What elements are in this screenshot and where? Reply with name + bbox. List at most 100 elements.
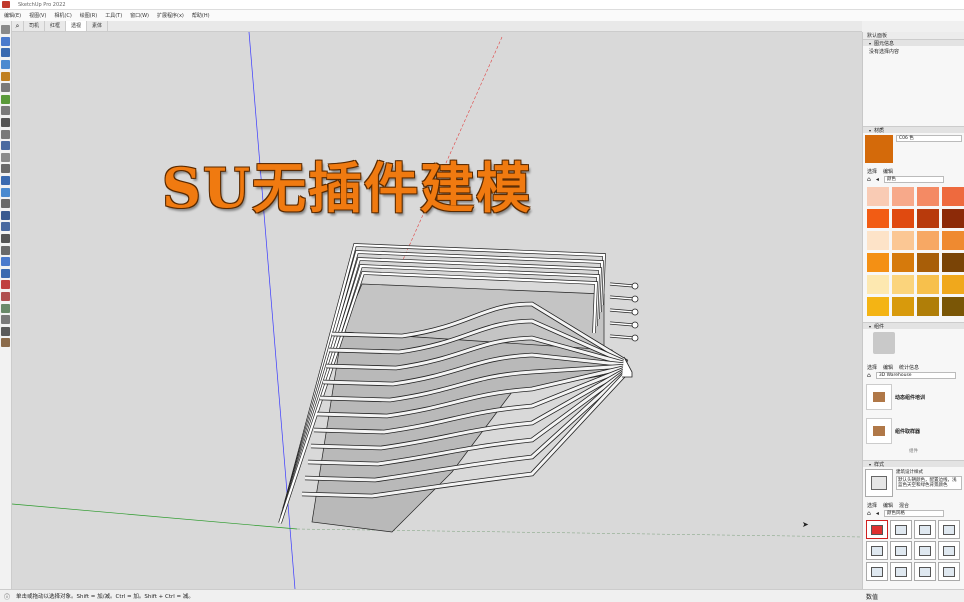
back-icon[interactable]: ◂ <box>876 176 879 183</box>
style-thumbnail[interactable] <box>914 562 936 581</box>
material-swatch[interactable] <box>942 275 964 294</box>
style-library-select[interactable]: 颜色风格 <box>883 510 944 517</box>
tool-icon[interactable] <box>1 25 10 35</box>
material-swatch[interactable] <box>917 231 939 250</box>
style-thumbnail[interactable] <box>914 541 936 560</box>
component-tab-select[interactable]: 选择 <box>867 364 877 371</box>
menu-draw[interactable]: 绘图(R) <box>80 12 97 19</box>
menu-window[interactable]: 窗口(W) <box>130 12 149 19</box>
material-library-select[interactable]: 颜色 <box>883 176 944 183</box>
style-thumbnail[interactable] <box>938 562 960 581</box>
panel-materials[interactable]: ▾ 材质 <box>863 126 964 134</box>
info-icon[interactable]: ⓘ <box>4 592 10 601</box>
home-icon[interactable]: ⌂ <box>867 372 871 379</box>
menu-edit[interactable]: 编辑(E) <box>4 12 21 19</box>
menu-view[interactable]: 视图(V) <box>29 12 46 19</box>
material-swatch[interactable] <box>892 297 914 316</box>
material-swatch[interactable] <box>867 209 889 228</box>
tool-icon[interactable] <box>1 222 10 232</box>
panel-components[interactable]: ▾ 组件 <box>863 322 964 330</box>
style-thumbnail[interactable] <box>866 541 888 560</box>
tool-icon[interactable] <box>1 326 10 336</box>
tool-icon[interactable] <box>1 118 10 128</box>
material-swatch[interactable] <box>867 187 889 206</box>
tool-icon[interactable] <box>1 257 10 267</box>
material-swatch[interactable] <box>867 231 889 250</box>
material-preview[interactable] <box>865 135 893 163</box>
component-tab-stats[interactable]: 统计信息 <box>899 364 919 371</box>
material-swatch[interactable] <box>892 275 914 294</box>
style-thumbnail[interactable] <box>938 520 960 539</box>
tool-icon[interactable] <box>1 71 10 81</box>
component-item-1[interactable]: 动态组件培训 <box>863 380 964 414</box>
tool-icon[interactable] <box>1 152 10 162</box>
panel-styles[interactable]: ▾ 样式 <box>863 460 964 468</box>
material-swatch[interactable] <box>917 297 939 316</box>
tool-icon[interactable] <box>1 176 10 186</box>
material-swatch[interactable] <box>942 187 964 206</box>
material-swatch[interactable] <box>892 253 914 272</box>
tool-icon[interactable] <box>1 291 10 301</box>
style-thumbnail[interactable] <box>914 520 936 539</box>
home-icon[interactable]: ⌂ <box>867 510 871 517</box>
tool-icon[interactable] <box>1 106 10 116</box>
stair-model[interactable] <box>278 243 639 533</box>
style-thumbnail[interactable] <box>890 562 912 581</box>
material-swatch[interactable] <box>892 231 914 250</box>
tool-icon[interactable] <box>1 94 10 104</box>
material-swatch[interactable] <box>917 275 939 294</box>
menu-camera[interactable]: 相机(C) <box>54 12 71 19</box>
material-swatch[interactable] <box>942 231 964 250</box>
material-tab-select[interactable]: 选择 <box>867 168 877 175</box>
tool-icon[interactable] <box>1 60 10 70</box>
style-thumbnail[interactable] <box>866 520 888 539</box>
material-name-field[interactable]: C06 色 <box>896 135 962 142</box>
style-tab-select[interactable]: 选择 <box>867 502 877 509</box>
tool-icon[interactable] <box>1 187 10 197</box>
material-swatch[interactable] <box>942 209 964 228</box>
tool-icon[interactable] <box>1 315 10 325</box>
material-tab-edit[interactable]: 编辑 <box>883 168 893 175</box>
component-item-2[interactable]: 组件取样器 <box>863 414 964 448</box>
tool-icon[interactable] <box>1 141 10 151</box>
model-viewport[interactable]: SU无插件建模 ➤ <box>12 32 862 589</box>
menu-help[interactable]: 帮助(H) <box>192 12 210 19</box>
style-tab-edit[interactable]: 编辑 <box>883 502 893 509</box>
material-swatch[interactable] <box>867 253 889 272</box>
material-swatch[interactable] <box>917 187 939 206</box>
material-swatch[interactable] <box>917 209 939 228</box>
material-swatch[interactable] <box>942 297 964 316</box>
scene-tab-2[interactable]: 红框 <box>45 21 67 31</box>
tool-icon[interactable] <box>1 164 10 174</box>
tool-icon[interactable] <box>1 210 10 220</box>
tool-icon[interactable] <box>1 268 10 278</box>
style-thumbnail[interactable] <box>865 469 893 497</box>
search-icon[interactable]: ⌕ <box>12 21 24 31</box>
menu-tools[interactable]: 工具(T) <box>105 12 122 19</box>
style-tab-mix[interactable]: 混合 <box>899 502 909 509</box>
style-thumbnail[interactable] <box>890 520 912 539</box>
material-swatch[interactable] <box>917 253 939 272</box>
material-swatch[interactable] <box>892 187 914 206</box>
tool-icon[interactable] <box>1 233 10 243</box>
style-thumbnail[interactable] <box>866 562 888 581</box>
scene-tab-4[interactable]: 素体 <box>87 21 109 31</box>
tool-icon[interactable] <box>1 83 10 93</box>
material-swatch[interactable] <box>867 297 889 316</box>
scene-tab-3[interactable]: 透视 <box>66 21 88 31</box>
material-swatch[interactable] <box>892 209 914 228</box>
style-thumbnail[interactable] <box>890 541 912 560</box>
style-thumbnail[interactable] <box>938 541 960 560</box>
tool-icon[interactable] <box>1 129 10 139</box>
tool-icon[interactable] <box>1 48 10 58</box>
tool-icon[interactable] <box>1 199 10 209</box>
home-icon[interactable]: ⌂ <box>867 176 871 183</box>
tool-icon[interactable] <box>1 280 10 290</box>
panel-entity-info[interactable]: ▾ 图元信息 <box>863 39 964 47</box>
material-swatch[interactable] <box>942 253 964 272</box>
material-swatch[interactable] <box>867 275 889 294</box>
scene-tab-1[interactable]: 司机 <box>24 21 46 31</box>
component-search-input[interactable]: 3D Warehouse <box>875 372 956 379</box>
component-tab-edit[interactable]: 编辑 <box>883 364 893 371</box>
back-icon[interactable]: ◂ <box>876 510 879 517</box>
